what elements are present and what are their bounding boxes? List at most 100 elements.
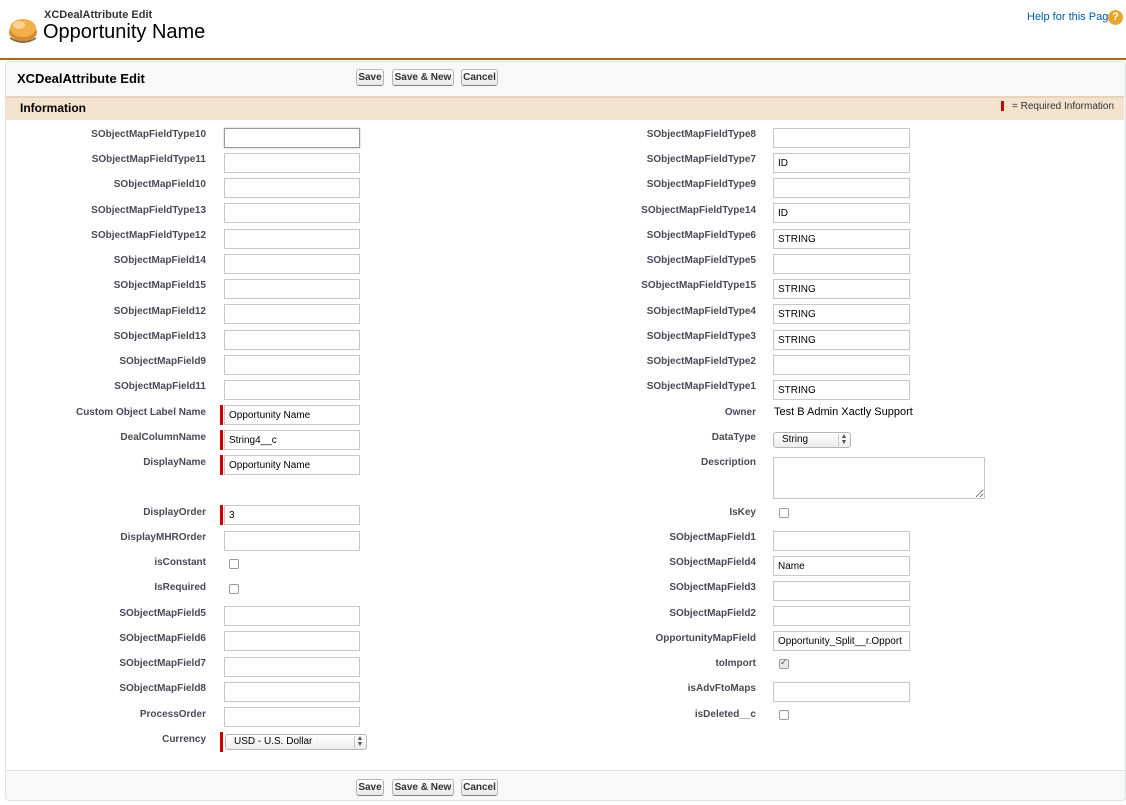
sobjectmapfield12-input[interactable] — [224, 304, 360, 324]
sobjectmapfieldtype1-input[interactable] — [773, 380, 910, 400]
help-icon[interactable]: ? — [1108, 10, 1123, 25]
sobjectmapfieldtype15-input[interactable] — [773, 279, 910, 299]
required-indicator — [1001, 101, 1004, 111]
field-label: SObjectMapFieldType5 — [646, 255, 756, 266]
sobjectmapfield2-input[interactable] — [773, 606, 910, 626]
select-arrows-icon: ▲ ▼ — [838, 433, 849, 446]
sobjectmapfield4-input[interactable] — [773, 556, 910, 576]
field-label: SObjectMapField2 — [669, 608, 756, 619]
sobjectmapfieldtype5-input[interactable] — [773, 254, 910, 274]
datatype-select-value: String — [782, 434, 809, 445]
field-label: SObjectMapFieldType9 — [646, 179, 756, 190]
field-label: Custom Object Label Name — [75, 407, 206, 418]
sobjectmapfield10-input[interactable] — [224, 178, 360, 198]
isdeleted-checkbox[interactable] — [779, 710, 789, 720]
sobjectmapfield11-input[interactable] — [224, 380, 360, 400]
isadvftomaps-input[interactable] — [773, 682, 910, 702]
field-label: SObjectMapField11 — [114, 381, 206, 392]
sobjectmapfield13-input[interactable] — [224, 330, 360, 350]
sobjectmapfieldtype7-input[interactable] — [773, 153, 910, 173]
field-label: IsRequired — [154, 582, 206, 593]
sobjectmapfield1-input[interactable] — [773, 531, 910, 551]
iskey-checkbox[interactable] — [779, 508, 789, 518]
field-label: Description — [700, 457, 756, 468]
sobjectmapfield15-input[interactable] — [224, 279, 360, 299]
displayorder-input[interactable] — [224, 505, 360, 525]
sobjectmapfieldtype9-input[interactable] — [773, 178, 910, 198]
field-label: SObjectMapField9 — [119, 356, 206, 367]
sobjectmapfieldtype12-input[interactable] — [224, 229, 360, 249]
cancel-button-top[interactable]: Cancel — [461, 69, 498, 86]
field-label: SObjectMapFieldType10 — [91, 129, 206, 140]
sobjectmapfieldtype8-input[interactable] — [773, 128, 910, 148]
description-textarea[interactable] — [773, 457, 985, 499]
opportunity-icon — [9, 19, 37, 43]
field-label: isConstant — [154, 557, 206, 568]
save-button-bottom[interactable]: Save — [356, 779, 384, 796]
currency-select-value: USD - U.S. Dollar — [234, 736, 313, 747]
section-header — [6, 96, 1124, 120]
required-indicator — [220, 405, 223, 425]
sobjectmapfieldtype14-input[interactable] — [773, 203, 910, 223]
field-label: DisplayMHROrder — [120, 532, 206, 543]
required-indicator — [220, 455, 223, 475]
field-label: DisplayName — [143, 457, 206, 468]
field-label: DisplayOrder — [143, 507, 206, 518]
field-label: SObjectMapFieldType1 — [646, 381, 756, 392]
field-label: SObjectMapField15 — [113, 280, 206, 291]
sobjectmapfieldtype3-input[interactable] — [773, 330, 910, 350]
sobjectmapfieldtype10-input[interactable] — [224, 128, 360, 148]
displayname-input[interactable] — [224, 455, 360, 475]
pageblock-title: XCDealAttribute Edit — [17, 71, 145, 86]
field-label: Owner — [724, 407, 756, 418]
page-header: XCDealAttribute Edit Opportunity Name He… — [0, 0, 1126, 60]
isrequired-checkbox[interactable] — [229, 584, 239, 594]
sobjectmapfieldtype4-input[interactable] — [773, 304, 910, 324]
opportunitymapfield-input[interactable] — [773, 631, 910, 651]
field-label: SObjectMapFieldType13 — [91, 205, 206, 216]
field-label: SObjectMapFieldType3 — [646, 331, 756, 342]
field-label: SObjectMapFieldType7 — [646, 154, 756, 165]
form-body — [6, 120, 1124, 770]
field-label: SObjectMapField12 — [113, 306, 206, 317]
required-indicator — [220, 732, 223, 752]
cancel-button-bottom[interactable]: Cancel — [461, 779, 498, 796]
processorder-input[interactable] — [224, 707, 360, 727]
footer-divider — [6, 770, 1124, 771]
field-label: Currency — [162, 734, 206, 745]
save-new-button-top[interactable]: Save & New — [392, 69, 454, 86]
save-new-button-bottom[interactable]: Save & New — [392, 779, 454, 796]
field-label: SObjectMapFieldType15 — [641, 280, 756, 291]
field-label: SObjectMapFieldType2 — [646, 356, 756, 367]
toimport-checkbox[interactable] — [779, 657, 789, 669]
sobjectmapfield3-input[interactable] — [773, 581, 910, 601]
displaymhrorder-input[interactable] — [224, 531, 360, 551]
field-label: SObjectMapField7 — [119, 658, 206, 669]
field-label: SObjectMapField6 — [119, 633, 206, 644]
sobjectmapfieldtype13-input[interactable] — [224, 203, 360, 223]
sobjectmapfield14-input[interactable] — [224, 254, 360, 274]
help-link[interactable]: Help for this Page — [1027, 11, 1114, 23]
sobjectmapfield9-input[interactable] — [224, 355, 360, 375]
currency-select[interactable]: USD - U.S. Dollar ▲ ▼ — [225, 734, 367, 750]
sobjectmapfieldtype11-input[interactable] — [224, 153, 360, 173]
sobjectmapfield6-input[interactable] — [224, 631, 360, 651]
field-label: SObjectMapField4 — [669, 557, 756, 568]
owner-value: Test B Admin Xactly Support — [774, 406, 913, 418]
field-label: OpportunityMapField — [655, 633, 756, 644]
custom-object-label-name-input[interactable] — [224, 405, 360, 425]
sobjectmapfield8-input[interactable] — [224, 682, 360, 702]
datatype-select[interactable]: String ▲ ▼ — [773, 432, 851, 448]
sobjectmapfieldtype6-input[interactable] — [773, 229, 910, 249]
field-label: SObjectMapFieldType12 — [91, 230, 206, 241]
isconstant-checkbox[interactable] — [229, 559, 239, 569]
page-title: Opportunity Name — [43, 21, 206, 43]
dealcolumnname-input[interactable] — [224, 430, 360, 450]
sobjectmapfield7-input[interactable] — [224, 657, 360, 677]
save-button-top[interactable]: Save — [356, 69, 384, 86]
field-label: toImport — [715, 658, 756, 669]
section-title: Information — [20, 101, 86, 115]
sobjectmapfieldtype2-input[interactable] — [773, 355, 910, 375]
sobjectmapfield5-input[interactable] — [224, 606, 360, 626]
field-label: SObjectMapField1 — [669, 532, 756, 543]
